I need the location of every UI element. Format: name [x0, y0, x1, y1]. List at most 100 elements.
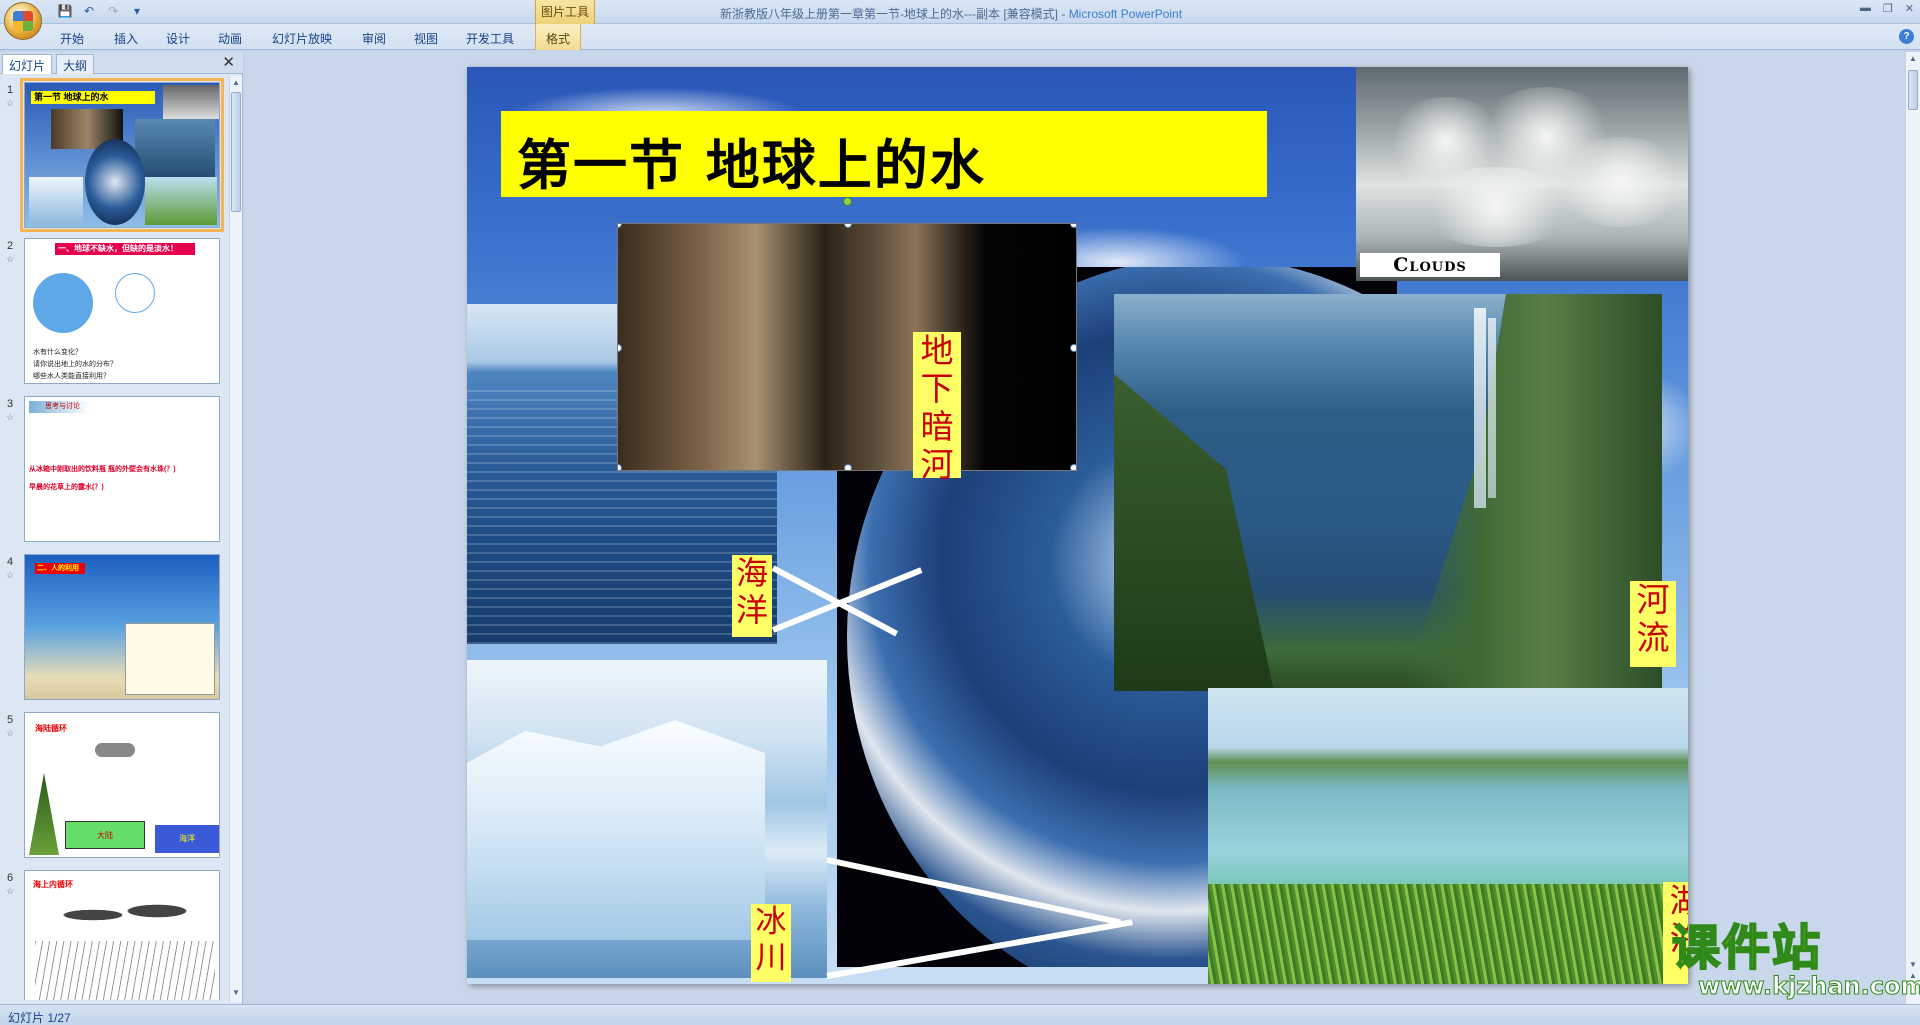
animation-star-icon: ☆ [6, 412, 15, 422]
customize-icon[interactable]: ▾ [128, 3, 146, 19]
thumbnail-title: 第一节 地球上的水 [31, 91, 155, 104]
tab-view[interactable]: 视图 [414, 30, 438, 47]
watermark-text: 课件站 [1671, 920, 1823, 976]
scrollbar-thumb[interactable] [231, 92, 241, 212]
resize-handle[interactable] [618, 344, 622, 352]
thumbnail-line: 从冰箱中刚取出的饮料瓶 瓶的外壁会有水珠(？) [29, 466, 176, 473]
tab-review[interactable]: 审阅 [362, 30, 386, 47]
label-river[interactable]: 河流 [1630, 581, 1676, 667]
thumbnail-title: 海陆循环 [35, 724, 67, 733]
slide-thumbnail[interactable]: 海陆循环 大陆 海洋 [24, 712, 220, 858]
clouds-caption: Clouds [1360, 253, 1500, 277]
undo-icon[interactable]: ↶ [80, 3, 98, 19]
slide-number: 2 [7, 240, 14, 252]
slides-panel: 幻灯片 大纲 ✕ 1 ☆ 第一节 地球上的水 2 ☆ 一、地球不缺水，但缺的是淡… [0, 52, 243, 1004]
thumbnail-line: 哪些水人类能直接利用？ [33, 373, 110, 380]
rotation-handle[interactable] [843, 197, 852, 206]
slide-thumbnail[interactable]: 思考与讨论 从冰箱中刚取出的饮料瓶 瓶的外壁会有水珠(？) 早晨的花草上的露水(… [24, 396, 220, 542]
ribbon-tab-bar: 开始 插入 设计 动画 幻灯片放映 审阅 视图 开发工具 格式 ? [0, 24, 1920, 50]
resize-handle[interactable] [844, 224, 852, 228]
watermark-logo: 课件站 www.kjzhan.com [1671, 920, 1920, 1000]
resize-handle[interactable] [1070, 344, 1076, 352]
tab-outline[interactable]: 大纲 [56, 54, 95, 74]
slide-thumbnail[interactable]: 二、人的利用 [24, 554, 220, 700]
label-underground-river[interactable]: 地下暗河 [913, 332, 961, 484]
restore-icon[interactable]: ❐ [1883, 2, 1893, 15]
tab-home[interactable]: 开始 [60, 30, 84, 47]
thumbnail-row[interactable]: 3 ☆ 思考与讨论 从冰箱中刚取出的饮料瓶 瓶的外壁会有水珠(？) 早晨的花草上… [0, 396, 230, 544]
river-fjord-image[interactable] [1114, 294, 1662, 691]
thumbnail-line: 大陆 [65, 821, 145, 849]
tab-developer[interactable]: 开发工具 [466, 30, 514, 47]
underground-river-image[interactable] [617, 223, 1077, 471]
animation-star-icon: ☆ [6, 570, 15, 580]
close-icon[interactable]: ✕ [222, 55, 235, 70]
save-icon[interactable]: 💾 [56, 3, 74, 19]
thumbnail-title: 海上内循环 [33, 880, 73, 889]
slide-number: 3 [7, 398, 14, 410]
tab-design[interactable]: 设计 [166, 30, 190, 47]
office-logo-icon [13, 11, 33, 31]
slide-canvas[interactable]: Clouds 第一节 地球上的水 地下暗河 海洋 河流 冰川 湖泊 [467, 67, 1688, 984]
title-bar: 💾 ↶ ↷ ▾ 图片工具 新浙教版八年级上册第一章第一节-地球上的水---副本 … [0, 0, 1920, 40]
scroll-up-icon[interactable]: ▲ [231, 78, 241, 90]
thumbnail-row[interactable]: 6 ☆ 海上内循环 [0, 870, 230, 1000]
office-button[interactable] [4, 2, 42, 40]
document-title: 新浙教版八年级上册第一章第一节-地球上的水---副本 [兼容模式] [720, 7, 1058, 21]
thumbnail-row[interactable]: 5 ☆ 海陆循环 大陆 海洋 [0, 712, 230, 860]
slide-number: 6 [7, 872, 14, 884]
watermark-url: www.kjzhan.com [1697, 972, 1920, 1000]
thumbnail-row[interactable]: 1 ☆ 第一节 地球上的水 [0, 78, 230, 232]
slide-thumbnail[interactable]: 一、地球不缺水，但缺的是淡水！ 水有什么变化？ 请你说出地上的水的分布？ 哪些水… [24, 238, 220, 384]
scrollbar-thumb[interactable] [1908, 70, 1918, 110]
close-icon[interactable]: ✕ [1905, 2, 1914, 15]
thumbnail-row[interactable]: 2 ☆ 一、地球不缺水，但缺的是淡水！ 水有什么变化？ 请你说出地上的水的分布？… [0, 238, 230, 386]
label-glacier[interactable]: 冰川 [751, 904, 791, 982]
tab-animation[interactable]: 动画 [218, 30, 242, 47]
slide-thumbnail[interactable]: 第一节 地球上的水 [20, 78, 224, 232]
thumbnail-title: 一、地球不缺水，但缺的是淡水！ [55, 243, 195, 255]
thumbnail-line: 请你说出地上的水的分布？ [33, 361, 117, 368]
minimize-icon[interactable]: ▬ [1860, 2, 1871, 15]
thumbnail-line: 海洋 [155, 825, 219, 853]
slide-number: 1 [7, 84, 14, 96]
window-controls: ▬ ❐ ✕ [1860, 2, 1914, 15]
animation-star-icon: ☆ [6, 98, 15, 108]
resize-handle[interactable] [844, 464, 852, 470]
resize-handle[interactable] [1070, 464, 1076, 470]
panel-tabs: 幻灯片 大纲 ✕ [0, 52, 243, 74]
quick-access-toolbar: 💾 ↶ ↷ ▾ [56, 3, 146, 19]
label-ocean[interactable]: 海洋 [732, 555, 772, 637]
window-title: 新浙教版八年级上册第一章第一节-地球上的水---副本 [兼容模式] - Micr… [720, 7, 1183, 21]
scroll-up-icon[interactable]: ▲ [1908, 54, 1918, 66]
thumbnail-title: 思考与讨论 [29, 401, 89, 413]
animation-star-icon: ☆ [6, 886, 15, 896]
thumbnail-title: 二、人的利用 [35, 563, 85, 574]
slide-scrollbar[interactable]: ▲ ▼ ▲ ▼ [1905, 52, 1920, 1004]
status-bar: 幻灯片 1/27 [0, 1004, 1920, 1025]
thumbnail-list: 1 ☆ 第一节 地球上的水 2 ☆ 一、地球不缺水，但缺的是淡水！ 水有什么变化… [0, 76, 230, 1000]
tab-format[interactable]: 格式 [535, 24, 582, 50]
redo-icon[interactable]: ↷ [104, 3, 122, 19]
app-name: Microsoft PowerPoint [1068, 7, 1183, 21]
tab-slides[interactable]: 幻灯片 [2, 54, 53, 74]
thumbnail-scrollbar[interactable]: ▲ ▼ [229, 76, 242, 1002]
title-placeholder[interactable]: 第一节 地球上的水 [501, 111, 1267, 197]
animation-star-icon: ☆ [6, 254, 15, 264]
slide-title[interactable]: 第一节 地球上的水 [517, 121, 986, 200]
lake-image[interactable] [1208, 688, 1688, 984]
resize-handle[interactable] [618, 224, 622, 228]
animation-star-icon: ☆ [6, 728, 15, 738]
scroll-down-icon[interactable]: ▼ [231, 988, 241, 1000]
tab-insert[interactable]: 插入 [114, 30, 138, 47]
resize-handle[interactable] [1070, 224, 1076, 228]
thumbnail-line: 早晨的花草上的露水(？) [29, 484, 104, 491]
resize-handle[interactable] [618, 464, 622, 470]
help-icon[interactable]: ? [1899, 29, 1914, 44]
slide-thumbnail[interactable]: 海上内循环 [24, 870, 220, 1000]
thumbnail-row[interactable]: 4 ☆ 二、人的利用 [0, 554, 230, 702]
clouds-image[interactable]: Clouds [1356, 67, 1688, 281]
picture-tools-header: 图片工具 [535, 0, 595, 24]
tab-slideshow[interactable]: 幻灯片放映 [272, 30, 332, 47]
thumbnail-line: 水有什么变化？ [33, 349, 82, 356]
